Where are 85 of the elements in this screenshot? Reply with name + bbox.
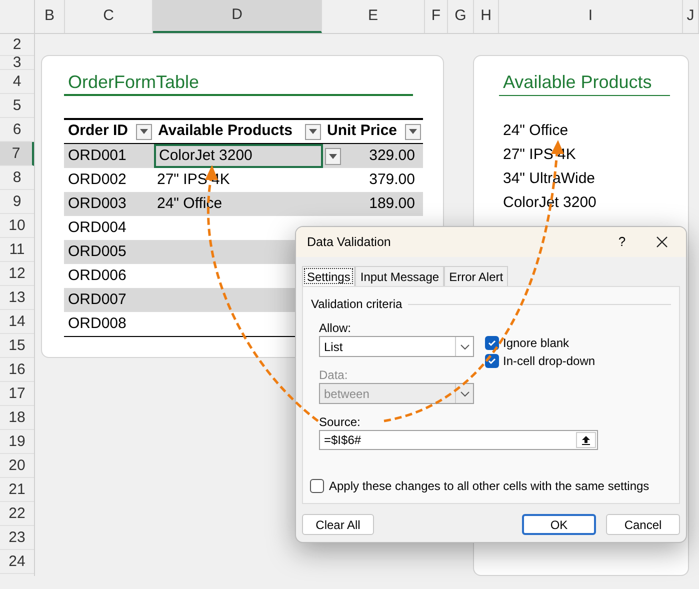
help-button[interactable]: ?	[602, 229, 642, 255]
column-header[interactable]: I	[499, 0, 683, 33]
table-cell-text: ORD002	[67, 170, 128, 190]
caret-icon	[460, 344, 470, 350]
field-label: Source:	[319, 414, 362, 427]
table-cell-text: ORD006	[67, 266, 128, 286]
dialog-tab[interactable]: Settings	[302, 266, 356, 286]
heading-text: Unit Price	[327, 121, 398, 142]
row-header[interactable]: 15	[0, 334, 34, 358]
dialog-button[interactable]: Clear All	[302, 514, 374, 535]
filter-button[interactable]	[305, 124, 321, 140]
table-cell-text: ORD005	[67, 242, 128, 262]
column-header[interactable]: J	[683, 0, 699, 33]
table-cell: ColorJet 3200	[154, 144, 323, 168]
column-header[interactable]: D	[153, 0, 322, 33]
row-header[interactable]: 3	[0, 56, 34, 70]
row-header[interactable]: 7	[0, 142, 34, 166]
row-header[interactable]: 8	[0, 166, 34, 190]
checkbox-label: Apply these changes to all other cells with the same settings	[329, 478, 650, 495]
table-cell-text: ORD007	[67, 290, 128, 310]
card-title: Available Products	[499, 70, 670, 96]
table-cell-text: 189.00	[368, 194, 416, 214]
dropdown-arrow-icon	[409, 129, 417, 134]
row-header[interactable]: 4	[0, 70, 34, 94]
caret-icon	[460, 390, 470, 396]
dialog-button[interactable]: OK	[522, 514, 596, 535]
row-header[interactable]: 20	[0, 454, 34, 478]
dropdown-arrow-icon	[309, 129, 317, 134]
cell-dropdown-button[interactable]	[325, 148, 341, 165]
product-item: ColorJet 3200	[503, 193, 598, 213]
table-cell-text: ORD008	[67, 314, 128, 334]
row-header[interactable]: 14	[0, 310, 34, 334]
checkbox[interactable]	[485, 354, 499, 368]
row-header[interactable]: 12	[0, 262, 34, 286]
row-header[interactable]: 10	[0, 214, 34, 238]
table-cell-text: ORD001	[67, 146, 128, 166]
row-header[interactable]: 13	[0, 286, 34, 310]
checkbox[interactable]	[485, 336, 499, 350]
checkbox-label: In-cell drop-down	[503, 353, 596, 370]
table-cell-text: ORD004	[67, 218, 128, 238]
table-cell-text: 329.00	[368, 146, 416, 166]
dialog-tab[interactable]: Input Message	[355, 266, 444, 286]
source-field[interactable]: =$I$6#	[319, 430, 598, 450]
row-header[interactable]: 19	[0, 430, 34, 454]
field-label: Data:	[319, 367, 349, 380]
allow-dropdown[interactable]: List	[319, 336, 474, 357]
row-header[interactable]: 24	[0, 550, 34, 574]
checkbox-label: Ignore blank	[503, 335, 570, 352]
field-label: Allow:	[319, 320, 352, 333]
row-header[interactable]: 16	[0, 358, 34, 382]
row-header[interactable]: 11	[0, 238, 34, 262]
product-item: 34" UltraWide	[503, 169, 596, 189]
table-cell-text: 24" Office	[156, 194, 224, 214]
collapse-button[interactable]	[576, 432, 596, 448]
heading-text: Order ID	[68, 121, 128, 142]
heading-text: Available Products	[158, 121, 292, 142]
close-icon	[656, 236, 668, 248]
table-cell-text: 379.00	[368, 170, 416, 190]
column-header[interactable]: H	[474, 0, 499, 33]
dialog-title: Data Validation	[307, 234, 392, 251]
dialog-button[interactable]: Cancel	[606, 514, 680, 535]
column-header[interactable]: F	[425, 0, 448, 33]
filter-button[interactable]	[405, 124, 421, 140]
row-header[interactable]: 5	[0, 94, 34, 118]
row-header[interactable]: 21	[0, 478, 34, 502]
row-header[interactable]: 23	[0, 526, 34, 550]
column-header[interactable]: B	[35, 0, 65, 33]
table-cell-text: ORD003	[67, 194, 128, 214]
dropdown-arrow-icon	[140, 129, 148, 134]
row-header[interactable]: 17	[0, 382, 34, 406]
column-header[interactable]: G	[448, 0, 474, 33]
dropdown-arrow-icon	[329, 154, 337, 159]
data-dropdown: between	[319, 383, 474, 404]
section-label: Validation criteria	[311, 296, 402, 313]
row-header[interactable]: 18	[0, 406, 34, 430]
upload-arrow-icon	[581, 435, 591, 445]
row-header[interactable]: 2	[0, 34, 34, 56]
row-header[interactable]: 22	[0, 502, 34, 526]
column-header[interactable]: E	[322, 0, 425, 33]
checkbox[interactable]	[310, 479, 324, 493]
card-title: OrderFormTable	[64, 70, 413, 96]
filter-button[interactable]	[136, 124, 152, 140]
row-header[interactable]: 9	[0, 190, 34, 214]
dialog-tab[interactable]: Error Alert	[444, 266, 508, 286]
product-item: 24" Office	[503, 121, 570, 141]
